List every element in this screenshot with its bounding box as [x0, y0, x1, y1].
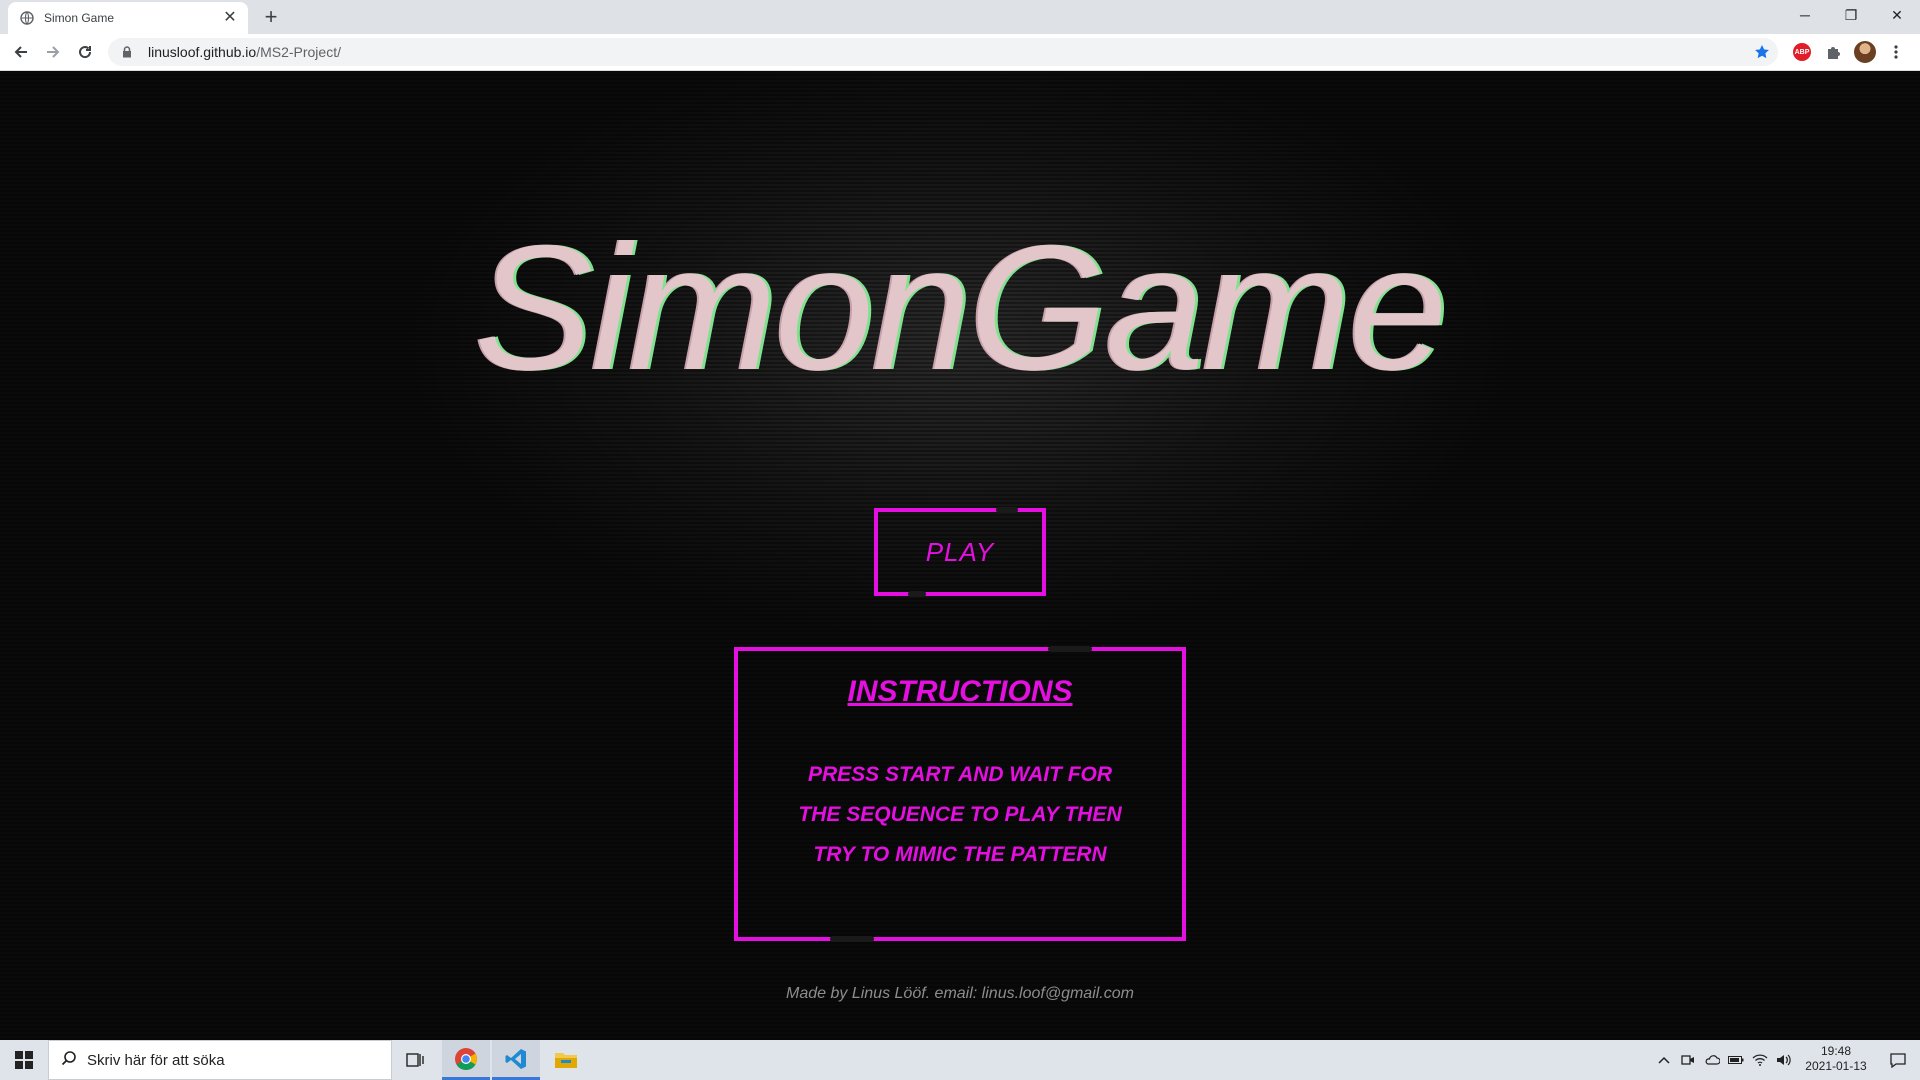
lock-icon: [122, 46, 138, 58]
game-page: SimonGame PLAY INSTRUCTIONS PRESS START …: [0, 71, 1920, 1040]
clock-date: 2021-01-13: [1805, 1059, 1867, 1073]
simon-game-logo: SimonGame: [474, 208, 1447, 407]
browser-toolbar: linusloof.github.io /MS2-Project/ ABP: [0, 34, 1920, 71]
battery-icon[interactable]: [1726, 1040, 1746, 1080]
restore-button[interactable]: ❐: [1828, 0, 1874, 30]
search-placeholder: Skriv här för att söka: [87, 1051, 225, 1069]
footer-credit: Made by Linus Lööf. email: linus.loof@gm…: [786, 985, 1134, 1002]
close-window-button[interactable]: ✕: [1874, 0, 1920, 30]
tab-close-icon[interactable]: ✕: [222, 10, 238, 26]
forward-arrow-icon[interactable]: [38, 38, 68, 66]
windows-start-icon[interactable]: [0, 1040, 48, 1080]
instructions-panel: INSTRUCTIONS PRESS START AND WAIT FOR TH…: [734, 646, 1186, 942]
browser-tab-strip: Simon Game ✕ + ─ ❐ ✕: [0, 0, 1920, 34]
taskbar-clock[interactable]: 19:48 2021-01-13: [1798, 1044, 1874, 1074]
instructions-title: INSTRUCTIONS: [847, 675, 1073, 708]
windows-taskbar: Skriv här för att söka 19:48 2021-01-13: [0, 1040, 1920, 1080]
instructions-line: THE SEQUENCE TO PLAY THEN: [798, 803, 1122, 826]
task-view-icon[interactable]: [392, 1040, 440, 1080]
globe-icon: [20, 11, 34, 25]
new-tab-button[interactable]: +: [258, 5, 284, 31]
vscode-icon[interactable]: [492, 1040, 540, 1080]
meet-now-icon[interactable]: [1678, 1040, 1698, 1080]
wifi-icon[interactable]: [1750, 1040, 1770, 1080]
url-host: linusloof.github.io: [148, 44, 257, 60]
kebab-menu-icon[interactable]: [1884, 40, 1908, 64]
volume-icon[interactable]: [1774, 1040, 1794, 1080]
instructions-line: TRY TO MIMIC THE PATTERN: [813, 843, 1107, 866]
bookmark-star-icon[interactable]: [1750, 40, 1774, 64]
adblock-plus-icon[interactable]: ABP: [1790, 40, 1814, 64]
glitch-notch: [1048, 646, 1092, 652]
play-label: PLAY: [925, 536, 995, 567]
clock-time: 19:48: [1820, 1044, 1852, 1058]
url-path: /MS2-Project/: [256, 44, 341, 60]
onedrive-cloud-icon[interactable]: [1702, 1040, 1722, 1080]
search-icon: [61, 1050, 77, 1071]
glitch-notch: [830, 936, 874, 942]
tab-title: Simon Game: [44, 11, 115, 25]
reload-icon[interactable]: [70, 38, 100, 66]
back-arrow-icon[interactable]: [6, 38, 36, 66]
minimize-button[interactable]: ─: [1782, 0, 1828, 30]
file-explorer-icon[interactable]: [542, 1040, 590, 1080]
instructions-line: PRESS START AND WAIT FOR: [807, 763, 1113, 786]
tab-simon-game[interactable]: Simon Game ✕: [8, 2, 248, 34]
chrome-icon[interactable]: [442, 1040, 490, 1080]
notification-center-icon[interactable]: [1880, 1040, 1916, 1080]
profile-avatar[interactable]: [1853, 40, 1877, 64]
glitch-notch: [996, 507, 1018, 513]
play-button[interactable]: PLAY: [874, 507, 1046, 597]
glitch-notch: [908, 591, 926, 597]
tray-overflow-chevron-icon[interactable]: [1654, 1040, 1674, 1080]
instructions-text: PRESS START AND WAIT FOR THE SEQUENCE TO…: [738, 755, 1182, 875]
taskbar-search-box[interactable]: Skriv här för att söka: [48, 1040, 392, 1080]
address-bar[interactable]: linusloof.github.io /MS2-Project/: [108, 38, 1778, 66]
extensions-puzzle-icon[interactable]: [1821, 40, 1845, 64]
